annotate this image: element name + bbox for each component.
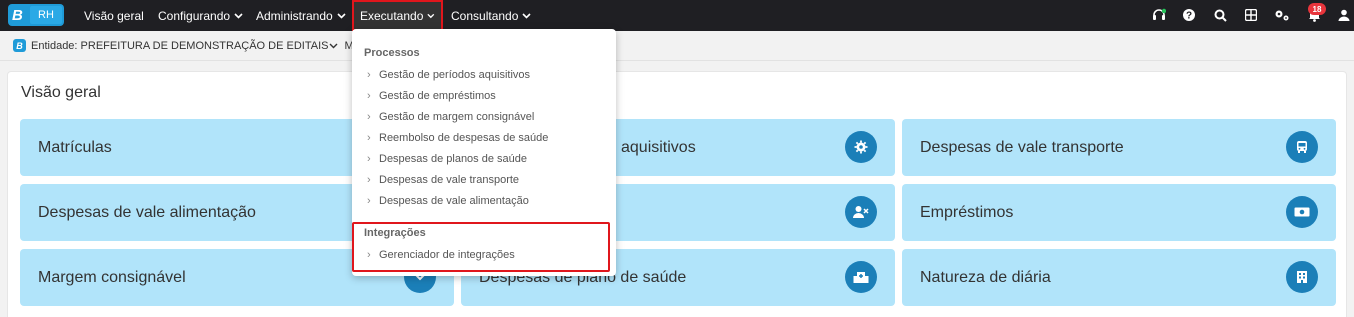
headset-icon[interactable] [1150,6,1168,24]
menu-item-label: Gerenciador de integrações [379,249,515,261]
money-icon [1286,196,1318,228]
nav-administrando-label: Administrando [256,8,333,23]
card-label: Natureza de diária [920,268,1051,286]
card-label: Despesas de vale transporte [920,138,1124,156]
menu-item-label: Despesas de vale alimentação [379,195,529,207]
menu-item-reembolso-despesas-saude[interactable]: › Reembolso de despesas de saúde [367,132,548,144]
chevron-down-icon [337,12,346,19]
section-integracoes-title: Integrações [364,227,426,239]
card-label: Empréstimos [920,203,1014,221]
top-navbar: B RH Visão geral Configurando Administra… [0,0,1354,31]
logo-app-name: RH [30,6,62,24]
nav-configurando[interactable]: Configurando [158,0,243,31]
nav-executando-label: Executando [360,8,424,23]
chevron-right-icon: › [367,249,371,261]
page-title: Visão geral [21,84,101,101]
chevron-right-icon: › [367,195,371,207]
card-emprestimos[interactable]: Empréstimos [902,184,1336,241]
chevron-down-icon[interactable] [329,43,338,49]
chevron-down-icon [427,13,435,18]
svg-text:?: ? [1186,11,1192,22]
chevron-down-icon [234,12,243,19]
menu-item-despesas-planos-saude[interactable]: › Despesas de planos de saúde [367,153,527,165]
menu-item-gestao-periodos-aquisitivos[interactable]: › Gestão de períodos aquisitivos [367,69,530,81]
card-label: Matrículas [38,138,112,156]
entity-logo-icon: B [13,39,26,52]
menu-item-gestao-emprestimos[interactable]: › Gestão de empréstimos [367,90,496,102]
chevron-right-icon: › [367,111,371,123]
apps-grid-icon[interactable] [1242,6,1260,24]
menu-item-label: Gestão de períodos aquisitivos [379,69,531,81]
executando-dropdown-menu: Processos › Gestão de períodos aquisitivo… [352,29,616,276]
logo-letter: B [12,6,23,24]
menu-item-label: Gestão de empréstimos [379,90,496,102]
search-icon[interactable] [1211,6,1229,24]
chevron-down-icon [522,12,531,19]
chevron-right-icon: › [367,132,371,144]
notification-count-badge: 18 [1308,3,1326,15]
menu-item-despesas-vale-alimentacao[interactable]: › Despesas de vale alimentação [367,195,529,207]
card-natureza-diaria[interactable]: Natureza de diária [902,249,1336,306]
menu-item-gerenciador-integracoes[interactable]: › Gerenciador de integrações [367,249,515,261]
context-bar: B Entidade: PREFEITURA DE DEMONSTRAÇÃO D… [0,31,1354,61]
menu-item-label: Despesas de vale transporte [379,174,520,186]
nav-visao-geral[interactable]: Visão geral [84,0,144,31]
card-label: Despesas de vale alimentação [38,203,256,221]
card-label: aquisitivos [621,138,696,156]
chevron-right-icon: › [367,90,371,102]
nav-executando[interactable]: Executando [352,0,443,31]
entity-selector[interactable]: Entidade: PREFEITURA DE DEMONSTRAÇÃO DE … [31,40,328,52]
nav-consultando[interactable]: Consultando [451,0,531,31]
nav-visao-geral-label: Visão geral [84,8,144,23]
settings-icon[interactable] [1273,6,1291,24]
nav-administrando[interactable]: Administrando [256,0,346,31]
nav-consultando-label: Consultando [451,8,519,23]
section-processos-title: Processos [364,47,420,59]
user-icon[interactable] [1335,6,1353,24]
chevron-right-icon: › [367,174,371,186]
menu-item-despesas-vale-transporte[interactable]: › Despesas de vale transporte [367,174,519,186]
card-label: Margem consignável [38,268,186,286]
menu-item-gestao-margem-consignavel[interactable]: › Gestão de margem consignável [367,111,534,123]
help-icon[interactable]: ? [1180,6,1198,24]
hospital-icon [845,261,877,293]
bus-icon [1286,131,1318,163]
chevron-right-icon: › [367,69,371,81]
menu-item-label: Reembolso de despesas de saúde [379,132,549,144]
nav-configurando-label: Configurando [158,8,231,23]
gear-icon [845,131,877,163]
building-icon [1286,261,1318,293]
menu-item-label: Despesas de planos de saúde [379,153,527,165]
user-x-icon [845,196,877,228]
chevron-right-icon: › [367,153,371,165]
menu-item-label: Gestão de margem consignável [379,111,535,123]
overview-panel: Visão geral Matrículas aquisitivos Despe… [7,71,1347,317]
card-despesas-vale-transporte[interactable]: Despesas de vale transporte [902,119,1336,176]
app-logo[interactable]: B RH [8,4,64,26]
